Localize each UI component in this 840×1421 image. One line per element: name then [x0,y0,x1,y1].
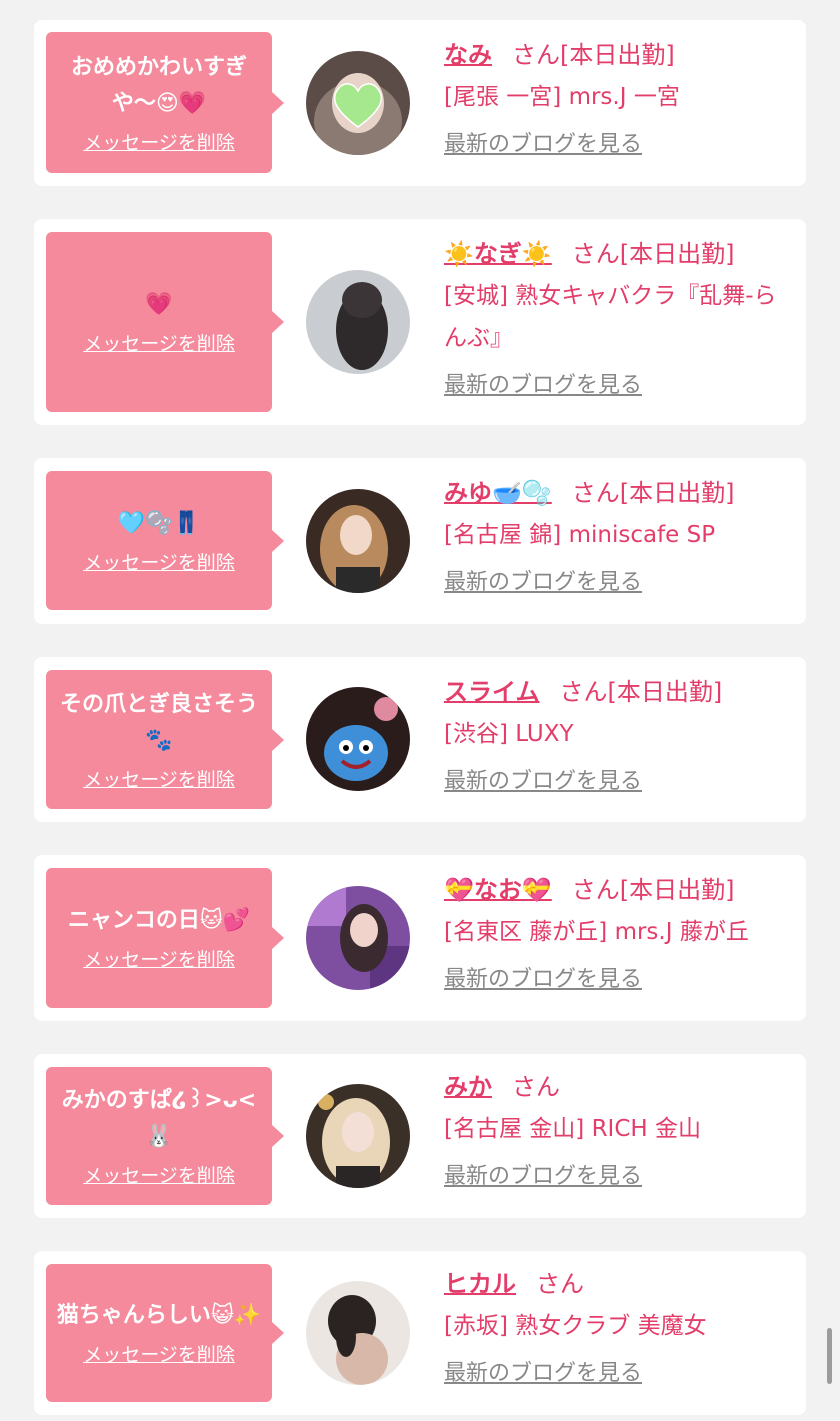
delete-message-link[interactable]: メッセージを削除 [83,331,235,357]
shop-name: [名東区 藤が丘] mrs.J 藤が丘 [444,919,749,945]
entry-info: なみ さん[本日出勤] [尾張 一宮] mrs.J 一宮 最新のブログを見る [444,34,794,158]
honorific: さん [512,41,560,69]
message-text: 🩵🫧👖 [117,510,201,536]
message-bubble: みかのすぱ໒꒱>ᴗ<🐰 メッセージを削除 [46,1067,284,1205]
message-bubble: 💗 メッセージを削除 [46,232,284,412]
avatar[interactable] [306,51,410,155]
list-item: 💗 メッセージを削除 ☀️なぎ☀️ さん[本日出勤] [安城] 熟女キャバクラ『乱… [34,219,806,425]
shop-name: [安城] 熟女キャバクラ『乱舞-らんぶ』 [444,283,777,351]
message-text: その爪とぎ良さそう🐾 [59,691,258,753]
scrollbar[interactable] [827,1328,832,1384]
latest-blog-link[interactable]: 最新のブログを見る [444,1158,642,1190]
honorific: さん [571,240,620,268]
message-text: 💗 [145,292,173,317]
latest-blog-link[interactable]: 最新のブログを見る [444,126,642,158]
message-text: 猫ちゃんらしい😺✨ [56,1303,262,1328]
message-text: ニャンコの日🐱💕 [67,908,251,933]
entry-info: みゆ🥣🫧 さん[本日出勤] [名古屋 錦] miniscafe SP 最新のブログ… [444,472,794,596]
status-badge: [本日出勤] [619,479,735,507]
girl-name-link[interactable]: みか [444,1073,492,1101]
delete-message-link[interactable]: メッセージを削除 [83,1342,235,1368]
shop-name: [名古屋 金山] RICH 金山 [444,1116,701,1142]
message-bubble: 猫ちゃんらしい😺✨ メッセージを削除 [46,1264,284,1402]
avatar[interactable] [306,270,410,374]
latest-blog-link[interactable]: 最新のブログを見る [444,961,642,993]
honorific: さん [571,479,620,507]
list-item: おめめかわいすぎや〜😍💗 メッセージを削除 なみ さん[本日出勤] [尾張 一宮]… [34,20,806,186]
latest-blog-link[interactable]: 最新のブログを見る [444,1355,642,1387]
entry-info: ヒカル さん [赤坂] 熟女クラブ 美魔女 最新のブログを見る [444,1263,794,1387]
message-bubble: その爪とぎ良さそう🐾 メッセージを削除 [46,670,284,809]
avatar[interactable] [306,687,410,791]
delete-message-link[interactable]: メッセージを削除 [83,767,235,793]
status-badge: [本日出勤] [619,876,735,904]
status-badge: [本日出勤] [619,240,735,268]
message-text: みかのすぱ໒꒱>ᴗ<🐰 [61,1088,257,1149]
avatar[interactable] [306,1281,410,1385]
latest-blog-link[interactable]: 最新のブログを見る [444,564,642,596]
girl-name-link[interactable]: スライム [444,678,540,706]
list-item: みかのすぱ໒꒱>ᴗ<🐰 メッセージを削除 みか さん [名古屋 金山] RICH … [34,1054,806,1218]
entry-info: ☀️なぎ☀️ さん[本日出勤] [安城] 熟女キャバクラ『乱舞-らんぶ』 最新のブ… [444,233,794,399]
status-badge: [本日出勤] [607,678,723,706]
girl-name-link[interactable]: なみ [444,41,492,69]
avatar[interactable] [306,886,410,990]
avatar[interactable] [306,1084,410,1188]
shop-name: [尾張 一宮] mrs.J 一宮 [444,84,680,110]
delete-message-link[interactable]: メッセージを削除 [83,947,235,973]
message-bubble: おめめかわいすぎや〜😍💗 メッセージを削除 [46,32,284,173]
honorific: さん [559,678,608,706]
honorific: さん [536,1270,584,1298]
list-item: ニャンコの日🐱💕 メッセージを削除 💝なお💝 さん[本日出勤] [名東区 藤が丘]… [34,855,806,1021]
latest-blog-link[interactable]: 最新のブログを見る [444,763,642,795]
latest-blog-link[interactable]: 最新のブログを見る [444,367,642,399]
list-item: その爪とぎ良さそう🐾 メッセージを削除 スライム さん[本日出勤] [渋谷] LU… [34,657,806,822]
shop-name: [渋谷] LUXY [444,721,574,747]
avatar[interactable] [306,489,410,593]
delete-message-link[interactable]: メッセージを削除 [83,1163,235,1189]
girl-name-link[interactable]: ヒカル [444,1270,516,1298]
entry-info: 💝なお💝 さん[本日出勤] [名東区 藤が丘] mrs.J 藤が丘 最新のブログを… [444,869,794,993]
status-badge: [本日出勤] [560,41,675,69]
delete-message-link[interactable]: メッセージを削除 [83,130,235,156]
girl-name-link[interactable]: みゆ🥣🫧 [444,479,552,507]
girl-name-link[interactable]: 💝なお💝 [444,876,552,904]
message-list: おめめかわいすぎや〜😍💗 メッセージを削除 なみ さん[本日出勤] [尾張 一宮]… [0,0,840,1421]
shop-name: [赤坂] 熟女クラブ 美魔女 [444,1313,707,1339]
list-item: 猫ちゃんらしい😺✨ メッセージを削除 ヒカル さん [赤坂] 熟女クラブ 美魔女 … [34,1251,806,1415]
delete-message-link[interactable]: メッセージを削除 [83,550,235,576]
honorific: さん [512,1073,560,1101]
message-bubble: 🩵🫧👖 メッセージを削除 [46,471,284,610]
entry-info: スライム さん[本日出勤] [渋谷] LUXY 最新のブログを見る [444,671,794,795]
girl-name-link[interactable]: ☀️なぎ☀️ [444,240,552,268]
shop-name: [名古屋 錦] miniscafe SP [444,522,716,548]
list-item: 🩵🫧👖 メッセージを削除 みゆ🥣🫧 さん[本日出勤] [名古屋 錦] minisc… [34,458,806,624]
message-text: おめめかわいすぎや〜😍💗 [70,54,247,116]
message-bubble: ニャンコの日🐱💕 メッセージを削除 [46,868,284,1008]
honorific: さん [571,876,620,904]
entry-info: みか さん [名古屋 金山] RICH 金山 最新のブログを見る [444,1066,794,1190]
